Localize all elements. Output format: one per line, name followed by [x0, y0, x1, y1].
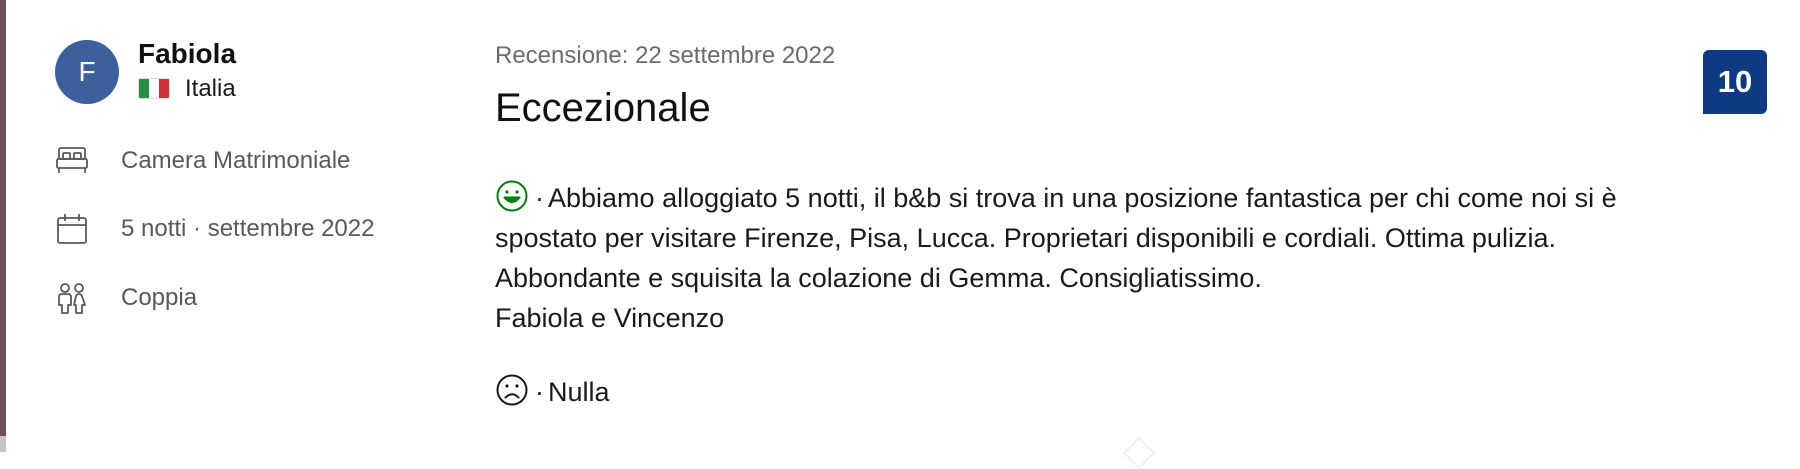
bed-icon [56, 147, 88, 173]
positive-separator: · [535, 183, 544, 213]
stay-info: 5 notti · settembre 2022 [55, 212, 374, 246]
traveler-type-label: Coppia [121, 284, 198, 311]
avatar: F [55, 40, 119, 104]
smiley-happy-icon [496, 180, 528, 212]
review-date: Recensione: 22 settembre 2022 [495, 42, 836, 69]
positive-text-line-3: Abbondante e squisita la colazione di Ge… [495, 263, 1262, 293]
smiley-sad-icon [496, 374, 528, 406]
negative-text: Nulla [548, 377, 610, 407]
traveler-type: Coppia [55, 281, 197, 315]
scroll-hint-arrow [1123, 437, 1155, 469]
stay-label: 5 notti · settembre 2022 [121, 215, 375, 242]
country-name: Italia [185, 74, 236, 102]
calendar-icon [57, 214, 87, 244]
reviewer-name: Fabiola [138, 37, 237, 69]
negative-comment: · Nulla [495, 372, 610, 412]
score-badge: 10 [1703, 50, 1767, 114]
room-type: Camera Matrimoniale [55, 144, 350, 178]
positive-text-line-4: Fabiola e Vincenzo [495, 303, 725, 333]
positive-comment: · Abbiamo alloggiato 5 notti, il b&b si t… [495, 178, 1735, 338]
positive-text-line-1: Abbiamo alloggiato 5 notti, il b&b si tr… [548, 183, 1617, 213]
window-edge [0, 0, 6, 452]
couple-icon [58, 283, 86, 314]
room-type-label: Camera Matrimoniale [121, 147, 351, 174]
negative-separator: · [535, 377, 544, 407]
reviewer-block: F Fabiola Italia [55, 38, 236, 104]
positive-text-line-2: spostato per visitare Firenze, Pisa, Luc… [495, 223, 1556, 253]
reviewer-country: Italia [138, 75, 236, 103]
italy-flag-icon [138, 78, 170, 99]
reviewer-info: Fabiola Italia [138, 38, 236, 103]
window-edge-bottom [0, 436, 6, 452]
review-title: Eccezionale [495, 86, 711, 130]
